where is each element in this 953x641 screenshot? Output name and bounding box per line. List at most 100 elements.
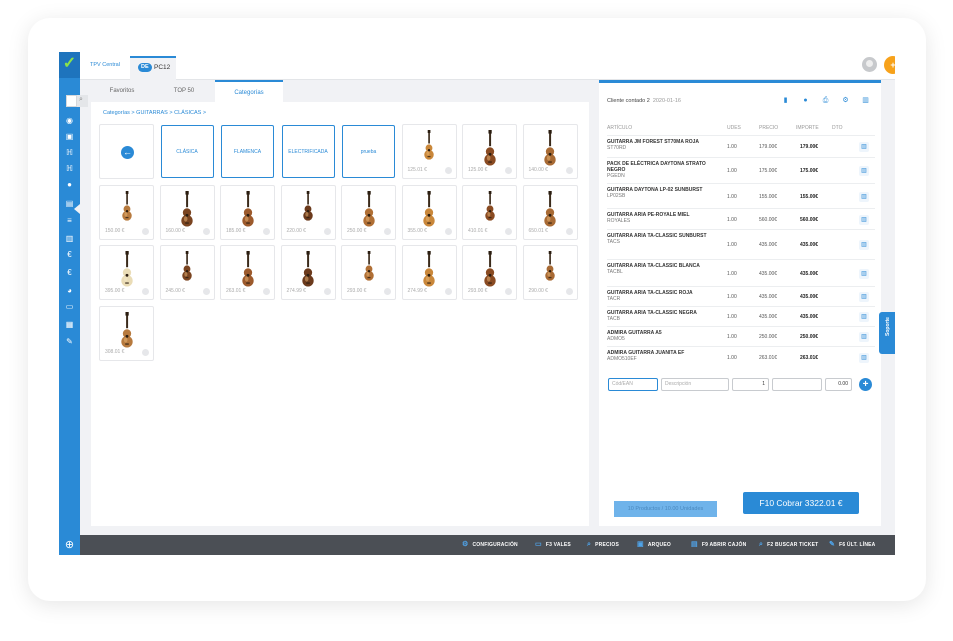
- chart-icon[interactable]: ◕: [63, 286, 76, 296]
- product-tile[interactable]: 150.00 €: [99, 184, 154, 240]
- ean-input[interactable]: Cód/EAN: [608, 378, 658, 391]
- delete-line-icon[interactable]: ▥: [859, 166, 869, 176]
- search-input[interactable]: [66, 95, 77, 107]
- line-units[interactable]: 1.00: [727, 194, 737, 200]
- client-info[interactable]: Cliente contado 2 2020-01-16: [607, 98, 681, 104]
- quantity-input[interactable]: 1: [732, 378, 769, 391]
- ticket-line[interactable]: GUITARRA ARIA TA-CLASSIC NEGRA TACB 1.00 43…: [607, 306, 875, 326]
- info-icon[interactable]: [202, 227, 210, 235]
- discount-input[interactable]: 0.00: [825, 378, 852, 391]
- ticket-line[interactable]: GUITARRA ARIA TA-CLASSIC BLANCA TACBL 1.00…: [607, 259, 875, 286]
- delete-line-icon[interactable]: ▥: [859, 191, 869, 202]
- category-tile[interactable]: CLÁSICA: [159, 124, 215, 179]
- product-tile[interactable]: 293.00 €: [462, 245, 517, 300]
- info-icon[interactable]: [263, 227, 270, 235]
- product-tile[interactable]: 274.99 €: [401, 245, 457, 300]
- dashboard-icon[interactable]: ◉: [63, 116, 76, 126]
- line-price[interactable]: 175.00€: [759, 168, 777, 174]
- line-price[interactable]: 263.01€: [759, 355, 777, 361]
- product-tile[interactable]: 220.00 €: [280, 184, 336, 240]
- info-icon[interactable]: [444, 288, 452, 295]
- info-icon[interactable]: [565, 288, 573, 295]
- ticket-line[interactable]: GUITARRA ARIA TA-CLASSIC SUNBURST TACS 1.0…: [607, 229, 875, 259]
- info-icon[interactable]: [263, 288, 270, 295]
- ticket-line[interactable]: PACK DE ELÉCTRICA DAYTONA STRATO NEGRO PG…: [607, 157, 875, 183]
- euro-icon[interactable]: €: [63, 250, 76, 260]
- line-units[interactable]: 1.00: [727, 168, 737, 174]
- product-tile[interactable]: 125.01 €: [401, 124, 457, 179]
- line-units[interactable]: 1.00: [727, 271, 737, 277]
- bottom-action-button[interactable]: ▣ ARQUEO: [637, 535, 671, 555]
- tab-categorias[interactable]: Categorías: [215, 80, 283, 102]
- bottom-action-button[interactable]: ⌕ PRECIOS: [587, 535, 619, 555]
- ticket-line[interactable]: GUITARRA DAYTONA LP-02 SUNBURST LP02SB 1.0…: [607, 183, 875, 208]
- line-price[interactable]: 155.00€: [759, 194, 777, 200]
- product-tile[interactable]: 245.00 €: [159, 245, 215, 300]
- info-icon[interactable]: [565, 227, 573, 235]
- info-icon[interactable]: [142, 288, 149, 295]
- tab-favoritos[interactable]: Favoritos: [91, 80, 153, 102]
- support-tab[interactable]: Soporte: [879, 312, 895, 354]
- line-price[interactable]: 435.00€: [759, 271, 777, 277]
- hierarchy-icon[interactable]: ℍ: [63, 164, 76, 174]
- tab-top50[interactable]: TOP 50: [153, 80, 215, 102]
- line-units[interactable]: 1.00: [727, 144, 737, 150]
- line-price[interactable]: 435.00€: [759, 242, 777, 248]
- ticket-line[interactable]: GUITARRA JM FOREST ST70MA ROJA ST70RD 1.00…: [607, 135, 875, 157]
- description-input[interactable]: Descripción: [661, 378, 729, 391]
- product-search[interactable]: ⌕: [66, 95, 88, 107]
- delete-line-icon[interactable]: ▥: [859, 240, 869, 250]
- info-icon[interactable]: [323, 288, 331, 295]
- delete-line-icon[interactable]: ▥: [859, 353, 869, 363]
- ticket-line[interactable]: ADMIRA GUITARRA JUANITA EF ADMO510EF 1.00 2…: [607, 346, 875, 368]
- product-tile[interactable]: 185.00 €: [220, 184, 275, 240]
- delete-line-icon[interactable]: ▥: [859, 142, 869, 152]
- product-tile[interactable]: 355.00 €: [401, 184, 457, 240]
- info-icon[interactable]: [384, 288, 391, 295]
- product-tile[interactable]: 250.00 €: [341, 184, 396, 240]
- product-tile[interactable]: 274.99 €: [280, 245, 336, 300]
- product-tile[interactable]: 650.01 €: [522, 184, 578, 240]
- save-icon[interactable]: ▣: [63, 132, 76, 142]
- bottom-action-button[interactable]: ▭ F3 VALES: [535, 535, 571, 555]
- product-tile[interactable]: 293.00 €: [341, 245, 396, 300]
- card-icon[interactable]: ▭: [63, 302, 76, 312]
- ticket-line[interactable]: GUITARRA ARIA TA-CLASSIC ROJA TACR 1.00 435…: [607, 286, 875, 306]
- bottom-action-button[interactable]: ⚙ CONFIGURACIÓN: [462, 535, 518, 555]
- info-icon[interactable]: [565, 167, 573, 174]
- back-button[interactable]: ←: [99, 124, 154, 179]
- line-price[interactable]: 435.00€: [759, 314, 777, 320]
- line-units[interactable]: 1.00: [727, 314, 737, 320]
- pay-button[interactable]: F10 Cobrar 3322.01 €: [743, 492, 859, 514]
- print-icon[interactable]: ⎙: [821, 96, 830, 105]
- list-icon[interactable]: ≡: [63, 216, 76, 226]
- delete-line-icon[interactable]: ▥: [859, 332, 869, 342]
- add-line-button[interactable]: +: [859, 378, 872, 391]
- book-icon[interactable]: ▮: [781, 96, 790, 105]
- info-icon[interactable]: [505, 167, 512, 174]
- bottom-action-button[interactable]: ✎ F6 ÚLT. LÍNEA: [829, 535, 875, 555]
- menu-toggle-icon[interactable]: ⊕: [59, 535, 80, 555]
- terminal-label[interactable]: TPV Central: [90, 62, 120, 68]
- line-units[interactable]: 1.00: [727, 355, 737, 361]
- info-icon[interactable]: [142, 227, 149, 235]
- line-price[interactable]: 560.00€: [759, 217, 777, 223]
- price-input[interactable]: [772, 378, 822, 391]
- line-units[interactable]: 1.00: [727, 217, 737, 223]
- category-tile[interactable]: FLAMENCA: [220, 124, 275, 179]
- product-tile[interactable]: 140.00 €: [522, 124, 578, 179]
- product-tile[interactable]: 125.00 €: [462, 124, 517, 179]
- barcode-icon[interactable]: ▥: [63, 234, 76, 244]
- info-icon[interactable]: [323, 227, 331, 235]
- trash-icon[interactable]: ▥: [861, 96, 870, 105]
- product-tile[interactable]: 263.01 €: [220, 245, 275, 300]
- category-tile[interactable]: ELECTRIFICADA: [280, 124, 336, 179]
- ticket-line[interactable]: GUITARRA ARIA PE-ROYALE MIEL ROYALES 1.00 5…: [607, 208, 875, 229]
- product-tile[interactable]: 308.01 €: [99, 305, 154, 361]
- breadcrumb[interactable]: Categorías > GUITARRAS > CLÁSICAS >: [103, 110, 206, 116]
- info-icon[interactable]: [142, 348, 149, 356]
- sitemap-icon[interactable]: ℍ: [63, 148, 76, 158]
- line-units[interactable]: 1.00: [727, 242, 737, 248]
- info-icon[interactable]: [384, 227, 391, 235]
- line-units[interactable]: 1.00: [727, 294, 737, 300]
